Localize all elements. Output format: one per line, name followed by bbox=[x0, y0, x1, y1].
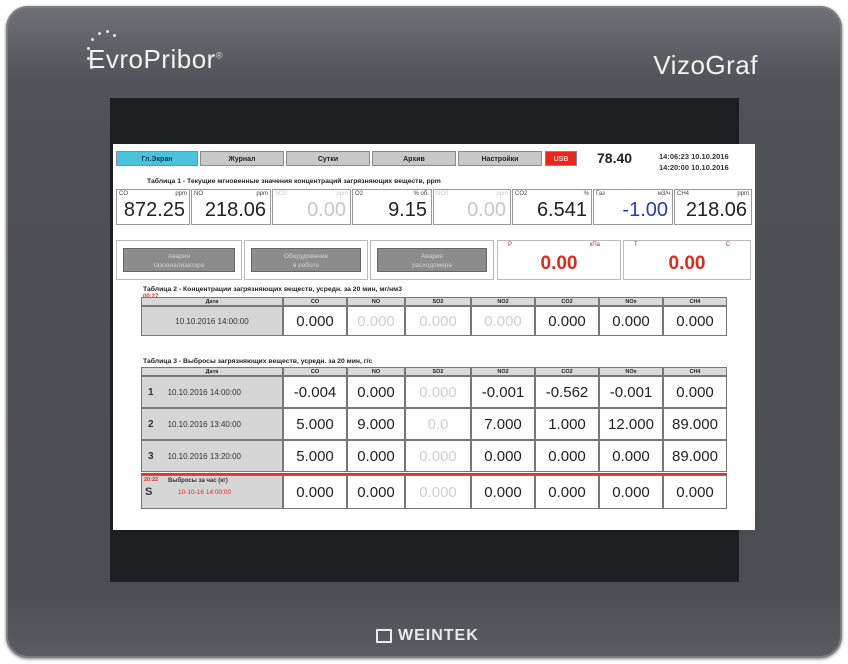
t3-value-nox: 12.000 bbox=[599, 408, 663, 440]
t3-row-label: 2 10.10.2016 13:40:00 bbox=[141, 408, 283, 440]
current-time: 14:06:23 10.10.2016 bbox=[659, 152, 729, 161]
t3-value-ch4: 89.000 bbox=[663, 408, 727, 440]
t2-value-nox: 0.000 bbox=[599, 306, 663, 336]
t3-row-index: 2 bbox=[148, 419, 154, 430]
t1-cell-co: CO ppm 872.25 bbox=[116, 189, 190, 225]
t3-header-nox: NOx bbox=[599, 367, 663, 376]
t2-date: 10.10.2016 14:00:00 bbox=[141, 306, 283, 336]
t3-sum-nox: 0.000 bbox=[599, 475, 663, 509]
t3-header-co2: CO2 bbox=[535, 367, 599, 376]
alarm-gas-analyzer-button[interactable]: Авария газоанализатора bbox=[123, 248, 235, 272]
t3-value-no2: 0.000 bbox=[471, 440, 535, 472]
t3-sum-so2: 0.000 bbox=[405, 475, 471, 509]
t3-header-date: Дата bbox=[141, 367, 283, 376]
t2-header-so2: SO2 bbox=[405, 297, 471, 306]
t2-header-no: NO bbox=[347, 297, 405, 306]
tab-settings[interactable]: Настройки bbox=[458, 151, 542, 166]
t3-value-co: -0.004 bbox=[283, 376, 347, 408]
t2-header-co2: CO2 bbox=[535, 297, 599, 306]
t3-sum-no: 0.000 bbox=[347, 475, 405, 509]
t3-row-label: 3 10.10.2016 13:20:00 bbox=[141, 440, 283, 472]
t1-cell-co2: CO2% 6.541 bbox=[512, 189, 592, 225]
t2-value-ch4: 0.000 bbox=[663, 306, 727, 336]
t3-value-no: 0.000 bbox=[347, 376, 405, 408]
pressure-readout: PкПа 0.00 bbox=[497, 240, 621, 280]
t2-header-nox: NOx bbox=[599, 297, 663, 306]
tab-journal[interactable]: Журнал bbox=[200, 151, 284, 166]
t3-sum-no2: 0.000 bbox=[471, 475, 535, 509]
t1-cell-so2: SO2 ppm 0.00 bbox=[272, 189, 351, 225]
t3-value-co: 5.000 bbox=[283, 408, 347, 440]
t2-value-so2: 0.000 bbox=[405, 306, 471, 336]
t3-value-so2: 0.0 bbox=[405, 408, 471, 440]
t2-header-co: CO bbox=[283, 297, 347, 306]
alarm-flowmeter-panel: Авария расходомера bbox=[370, 240, 494, 280]
equipment-running-panel: Оборудование в работе bbox=[244, 240, 368, 280]
t3-sum-stamp: 20:22 bbox=[144, 477, 159, 483]
temperature-readout: TC 0.00 bbox=[623, 240, 751, 280]
tab-archive[interactable]: Архив bbox=[372, 151, 456, 166]
equipment-running-button[interactable]: Оборудование в работе bbox=[251, 248, 361, 272]
weintek-mark-icon bbox=[376, 629, 392, 643]
current-value: 78.40 bbox=[597, 150, 633, 166]
t3-header-no: NO bbox=[347, 367, 405, 376]
alarm-flowmeter-button[interactable]: Авария расходомера bbox=[377, 248, 487, 272]
t3-value-so2: 0.000 bbox=[405, 440, 471, 472]
t2-header-date: Дата bbox=[141, 297, 283, 306]
t3-sum-index: S bbox=[145, 486, 153, 498]
t3-value-co: 5.000 bbox=[283, 440, 347, 472]
t3-value-no: 0.000 bbox=[347, 440, 405, 472]
t3-sum-co2: 0.000 bbox=[535, 475, 599, 509]
t2-header-no2: NO2 bbox=[471, 297, 535, 306]
t3-row-index: 3 bbox=[148, 451, 154, 462]
t1-cell-ch4: CH4 ppm 218.06 bbox=[674, 189, 752, 225]
t3-header-co: CO bbox=[283, 367, 347, 376]
t2-value-no2: 0.000 bbox=[471, 306, 535, 336]
t1-cell-gas-flow: Газ м3/ч -1.00 bbox=[593, 189, 673, 225]
t3-value-no2: -0.001 bbox=[471, 376, 535, 408]
t3-sum-label-cell: 20:22 S Выбросы за час (кг) 10-10-16 14:… bbox=[141, 475, 283, 509]
t3-row-date: 10.10.2016 13:20:00 bbox=[167, 452, 241, 461]
usb-indicator[interactable]: USB bbox=[545, 151, 577, 166]
hmi-screen: Гл.Экран Журнал Сутки Архив Настройки US… bbox=[113, 144, 755, 530]
table1-title: Таблица 1 - Текущие мгновенные значения … bbox=[147, 178, 441, 185]
t1-cell-no: NO ppm 218.06 bbox=[191, 189, 271, 225]
table2-title: Таблица 2 - Концентрации загрязняющих ве… bbox=[143, 286, 402, 293]
brand-logo-evropribor: EvroPribor® bbox=[88, 44, 223, 74]
alarm-gas-analyzer-panel: Авария газоанализатора bbox=[116, 240, 242, 280]
t3-row-index: 1 bbox=[148, 387, 154, 398]
t1-cell-no2: NO2 ppm 0.00 bbox=[433, 189, 511, 225]
t3-sum-date: 10-10-16 14:00:00 bbox=[178, 489, 232, 496]
brand-vizograf: VizoGraf bbox=[653, 50, 758, 80]
t3-sum-co: 0.000 bbox=[283, 475, 347, 509]
t3-value-co2: 1.000 bbox=[535, 408, 599, 440]
t3-value-no2: 7.000 bbox=[471, 408, 535, 440]
t3-header-ch4: CH4 bbox=[663, 367, 727, 376]
t3-value-ch4: 0.000 bbox=[663, 376, 727, 408]
t3-value-co2: 0.000 bbox=[535, 440, 599, 472]
t2-header-ch4: CH4 bbox=[663, 297, 727, 306]
tab-day[interactable]: Сутки bbox=[286, 151, 370, 166]
t3-header-no2: NO2 bbox=[471, 367, 535, 376]
t3-value-nox: 0.000 bbox=[599, 440, 663, 472]
t3-value-so2: 0.000 bbox=[405, 376, 471, 408]
t2-value-no: 0.000 bbox=[347, 306, 405, 336]
t3-value-ch4: 89.000 bbox=[663, 440, 727, 472]
weintek-logo: WEINTEK bbox=[376, 627, 479, 645]
t3-header-so2: SO2 bbox=[405, 367, 471, 376]
t3-row-date: 10.10.2016 14:00:00 bbox=[167, 388, 241, 397]
tab-main-screen[interactable]: Гл.Экран bbox=[116, 151, 198, 166]
t1-cell-o2: O2% об. 9.15 bbox=[352, 189, 432, 225]
t3-value-no: 9.000 bbox=[347, 408, 405, 440]
next-period-time: 14:20:00 10.10.2016 bbox=[659, 163, 729, 172]
t3-row-label: 1 10.10.2016 14:00:00 bbox=[141, 376, 283, 408]
t3-value-co2: -0.562 bbox=[535, 376, 599, 408]
t2-value-co: 0.000 bbox=[283, 306, 347, 336]
t3-row-date: 10.10.2016 13:40:00 bbox=[167, 420, 241, 429]
table3-title: Таблица 3 - Выбросы загрязняющих веществ… bbox=[143, 358, 373, 365]
t3-sum-label: Выбросы за час (кг) bbox=[168, 478, 228, 484]
t2-value-co2: 0.000 bbox=[535, 306, 599, 336]
t3-sum-ch4: 0.000 bbox=[663, 475, 727, 509]
t3-value-nox: -0.001 bbox=[599, 376, 663, 408]
